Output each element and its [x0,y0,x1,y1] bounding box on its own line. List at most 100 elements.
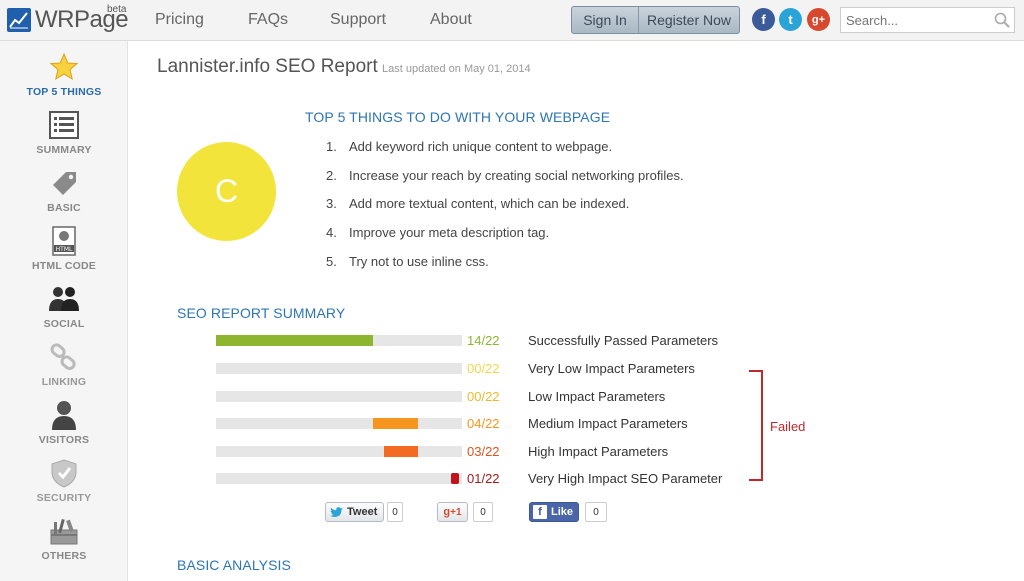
todo-item: 5. Try not to use inline css. [326,254,489,269]
nav-faqs[interactable]: FAQs [248,11,288,29]
basic-analysis-heading: BASIC ANALYSIS [177,557,291,573]
tweet-button[interactable]: Tweet [325,502,384,522]
sidebar-item-linking[interactable]: LINKING [0,341,128,388]
bar-fill [216,335,373,346]
summary-bar-high [216,446,462,457]
facebook-like-button[interactable]: f Like [529,502,579,522]
nav-pricing[interactable]: Pricing [155,11,204,29]
twitter-bird-icon [330,506,344,518]
bar-fill [451,473,459,484]
summary-bar-medium [216,418,462,429]
todo-number: 2. [326,168,337,183]
sidebar-label: VISITORS [38,434,90,446]
google-plus-count: 0 [473,502,493,522]
summary-label: Low Impact Parameters [528,389,666,404]
summary-heading: SEO REPORT SUMMARY [177,305,346,321]
summary-label: Very High Impact SEO Parameter [528,471,723,486]
page-title: Lannister.info SEO Report [157,56,378,77]
summary-ratio: 04/22 [467,416,500,431]
todo-number: 5. [326,254,337,269]
sidebar-label: TOP 5 THINGS [26,86,102,98]
sidebar-label: OTHERS [41,550,87,562]
grade-badge: C [177,142,276,241]
people-icon [48,283,80,315]
sidebar-item-security[interactable]: SECURITY [0,457,128,504]
search-input[interactable] [841,8,991,32]
sidebar-item-html-code[interactable]: HTML HTML CODE [0,225,128,272]
sidebar-label: LINKING [41,376,87,388]
svg-text:HTML: HTML [56,246,73,253]
logo[interactable]: WRPage beta [7,4,129,35]
failed-label: Failed [770,419,806,434]
todo-number: 1. [326,139,337,154]
html-file-icon: HTML [48,225,80,257]
logo-chart-icon [7,8,31,32]
todo-item: 4. Improve your meta description tag. [326,225,549,240]
sidebar-label: HTML CODE [31,260,97,272]
todo-text: Add keyword rich unique content to webpa… [349,139,613,154]
todo-number: 3. [326,196,337,211]
google-plus-icon[interactable]: g+ [807,8,830,31]
sidebar-item-summary[interactable]: SUMMARY [0,109,128,156]
summary-label: Medium Impact Parameters [528,416,688,431]
summary-bar-low [216,391,462,402]
twitter-icon[interactable]: t [779,8,802,31]
todo-item: 1. Add keyword rich unique content to web… [326,139,612,154]
chain-link-icon [48,341,80,373]
report-sidebar: TOP 5 THINGS SUMMARY BASIC HTML HTML COD… [0,41,128,581]
star-icon [48,51,80,83]
facebook-f-icon: f [533,505,547,519]
sidebar-item-visitors[interactable]: VISITORS [0,399,128,446]
summary-label: High Impact Parameters [528,444,669,459]
like-count: 0 [585,502,607,522]
tweet-label: Tweet [347,506,378,518]
nav-about[interactable]: About [430,11,472,29]
register-button[interactable]: Register Now [639,7,739,33]
list-icon [48,109,80,141]
tweet-count: 0 [387,502,403,522]
like-label: Like [551,506,574,518]
summary-bar-very-high [216,473,462,484]
todo-text: Add more textual content, which can be i… [349,196,630,211]
summary-ratio: 14/22 [467,333,500,348]
sidebar-item-others[interactable]: OTHERS [0,515,128,562]
shield-icon [48,457,80,489]
search-box [840,7,1015,33]
sidebar-item-top-5-things[interactable]: TOP 5 THINGS [0,51,128,98]
todo-item: 3. Add more textual content, which can be… [326,196,629,211]
search-icon[interactable] [994,12,1010,33]
google-plus-one-icon: g [443,506,451,518]
nav-support[interactable]: Support [330,11,386,29]
google-plus-one-button[interactable]: g +1 [437,502,468,522]
sidebar-item-social[interactable]: SOCIAL [0,283,128,330]
todo-text: Try not to use inline css. [349,254,489,269]
sign-in-button[interactable]: Sign In [572,7,639,33]
todo-text: Improve your meta description tag. [349,225,550,240]
summary-ratio: 03/22 [467,444,500,459]
todo-number: 4. [326,225,337,240]
summary-ratio: 01/22 [467,471,500,486]
top5-heading: TOP 5 THINGS TO DO WITH YOUR WEBPAGE [305,109,611,125]
summary-bar-very-low [216,363,462,374]
sidebar-label: SOCIAL [43,318,85,330]
summary-label: Successfully Passed Parameters [528,333,719,348]
summary-bar-passed [216,335,462,346]
beta-badge: beta [107,4,127,15]
sidebar-label: BASIC [47,202,81,214]
bar-fill [373,418,418,429]
tag-icon [48,167,80,199]
tools-icon [48,515,80,547]
facebook-icon[interactable]: f [752,8,775,31]
todo-item: 2. Increase your reach by creating social… [326,168,684,183]
visitor-icon [48,399,80,431]
sidebar-label: SUMMARY [36,144,92,156]
top-navigation-bar: WRPage beta Pricing FAQs Support About S… [0,0,1024,41]
last-updated-text: Last updated on May 01, 2014 [382,63,531,75]
sidebar-item-basic[interactable]: BASIC [0,167,128,214]
todo-text: Increase your reach by creating social n… [349,168,684,183]
plus-one-label: +1 [450,506,462,518]
bar-fill [384,446,418,457]
summary-ratio: 00/22 [467,389,500,404]
sidebar-label: SECURITY [36,492,92,504]
summary-ratio: 00/22 [467,361,500,376]
